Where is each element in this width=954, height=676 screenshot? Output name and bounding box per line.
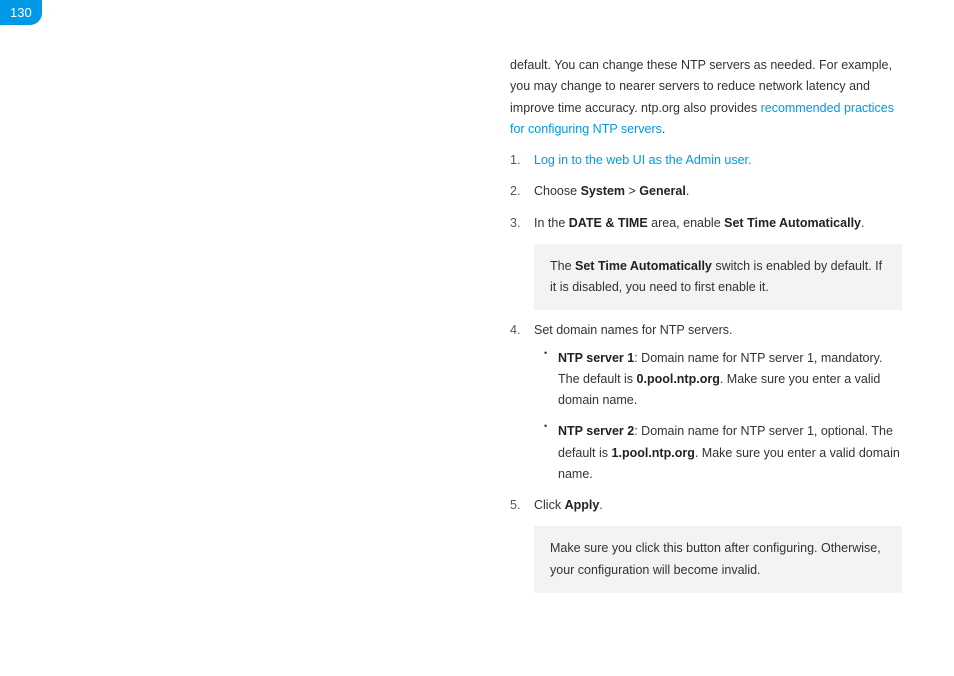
step-2-text-e: . [686, 184, 689, 198]
steps-list-continued: Set domain names for NTP servers. NTP se… [510, 320, 902, 516]
step-3-text-c: area, enable [648, 216, 724, 230]
step-2-text-a: Choose [534, 184, 581, 198]
step-3: In the DATE & TIME area, enable Set Time… [510, 213, 902, 234]
ntp-server-2-item: NTP server 2: Domain name for NTP server… [544, 421, 902, 485]
note1-a: The [550, 259, 575, 273]
step-5-text-a: Click [534, 498, 565, 512]
ntp2-domain: 1.pool.ntp.org [612, 446, 695, 460]
intro-text-after: . [662, 122, 665, 136]
note2-text: Make sure you click this button after co… [550, 541, 881, 576]
intro-paragraph: default. You can change these NTP server… [510, 55, 902, 140]
page-number-badge: 130 [0, 0, 42, 25]
set-time-auto-label: Set Time Automatically [724, 216, 861, 230]
ntp-server-sublist: NTP server 1: Domain name for NTP server… [544, 348, 902, 486]
ntp2-label: NTP server 2 [558, 424, 634, 438]
step-5-text-c: . [599, 498, 602, 512]
system-label: System [581, 184, 625, 198]
step-4: Set domain names for NTP servers. NTP se… [510, 320, 902, 485]
note-box-2: Make sure you click this button after co… [534, 526, 902, 593]
ntp1-label: NTP server 1 [558, 351, 634, 365]
step-4-text: Set domain names for NTP servers. [534, 323, 732, 337]
apply-label: Apply [565, 498, 600, 512]
step-2: Choose System > General. [510, 181, 902, 202]
step-5: Click Apply. [510, 495, 902, 516]
login-link[interactable]: Log in to the web UI as the Admin user. [534, 153, 752, 167]
steps-list: Log in to the web UI as the Admin user. … [510, 150, 902, 234]
ntp1-domain: 0.pool.ntp.org [637, 372, 720, 386]
date-time-label: DATE & TIME [569, 216, 648, 230]
note-box-1: The Set Time Automatically switch is ena… [534, 244, 902, 311]
step-3-text-a: In the [534, 216, 569, 230]
ntp-server-1-item: NTP server 1: Domain name for NTP server… [544, 348, 902, 412]
main-content: default. You can change these NTP server… [510, 55, 902, 603]
step-1: Log in to the web UI as the Admin user. [510, 150, 902, 171]
general-label: General [639, 184, 686, 198]
step-2-text-c: > [625, 184, 639, 198]
step-3-text-e: . [861, 216, 864, 230]
note1-b: Set Time Automatically [575, 259, 712, 273]
